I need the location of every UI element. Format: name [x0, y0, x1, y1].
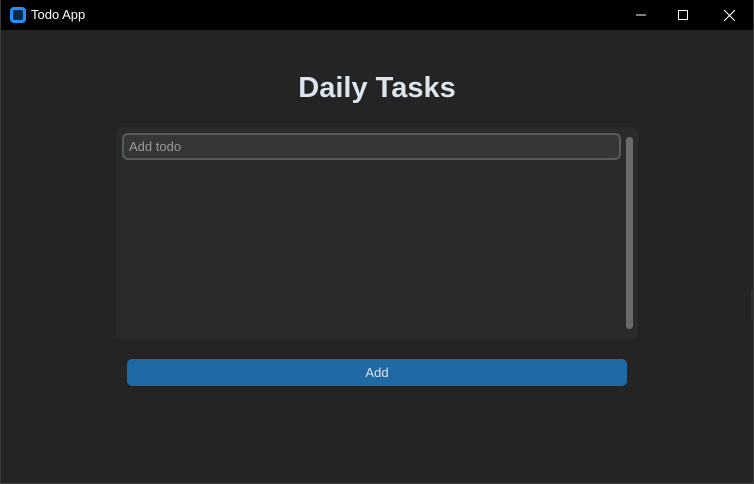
window-title: Todo App	[31, 7, 86, 22]
window-edge	[751, 290, 753, 320]
maximize-icon	[678, 10, 688, 20]
app-icon	[10, 7, 26, 23]
close-icon	[723, 9, 735, 21]
minimize-button[interactable]	[618, 0, 664, 30]
page-title: Daily Tasks	[298, 72, 456, 104]
add-button[interactable]: Add	[127, 359, 627, 386]
scrollbar[interactable]	[626, 137, 633, 329]
todo-list-frame	[116, 127, 638, 339]
app-window: Todo App Daily Tasks Add	[0, 0, 754, 484]
todo-input[interactable]	[122, 133, 621, 160]
title-bar[interactable]: Todo App	[1, 0, 753, 30]
close-button[interactable]	[706, 0, 752, 30]
minimize-icon	[636, 14, 646, 16]
main-content: Daily Tasks Add	[1, 30, 753, 483]
maximize-button[interactable]	[660, 0, 706, 30]
scrollbar-thumb[interactable]	[626, 137, 633, 329]
